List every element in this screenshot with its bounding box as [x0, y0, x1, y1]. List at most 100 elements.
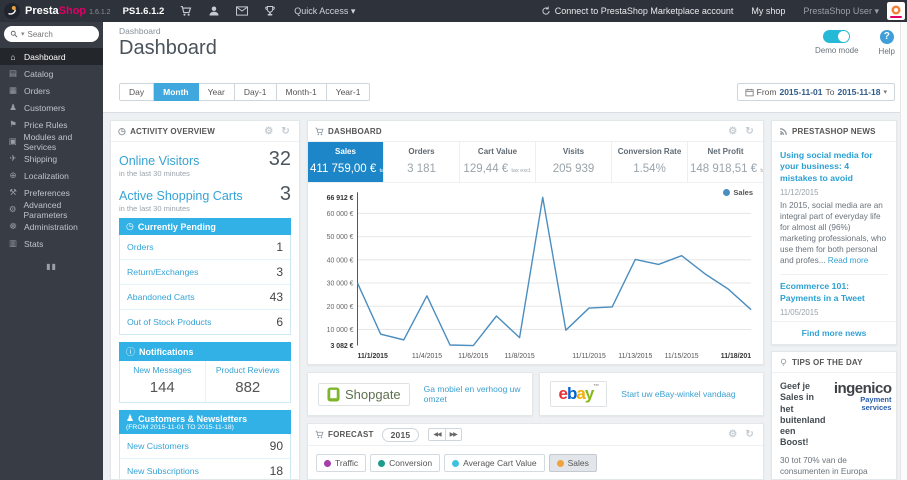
range-year-button[interactable]: Year — [198, 83, 235, 101]
refresh-icon[interactable]: ↻ — [279, 126, 292, 137]
toggle-sales[interactable]: Sales — [548, 454, 597, 472]
brand-name: Presta Shop 1.6.1.2 — [25, 5, 111, 17]
tips-body-text: 30 tot 70% van de consumenten in Europa … — [780, 454, 875, 480]
sidebar-item-modules[interactable]: ▣ Modules and Services — [0, 132, 103, 152]
news-article-title[interactable]: Using social media for your business: 4 … — [780, 150, 888, 184]
forecast-year-badge: 2015 — [381, 427, 420, 442]
news-article-title[interactable]: Ecommerce 101: Payments in a Tweet — [780, 281, 888, 304]
sidebar-item-catalog[interactable]: ▤ Catalog — [0, 65, 103, 82]
next-year-button[interactable]: ▶▶ — [444, 428, 462, 441]
kpi-conversion-rate[interactable]: Conversion Rate 1.54% — [612, 142, 688, 182]
ps-version: PS1.6.1.2 — [122, 5, 165, 17]
pending-out-of-stock-link[interactable]: Out of Stock Products — [127, 317, 212, 327]
sidebar-item-customers[interactable]: ♟ Customers — [0, 99, 103, 116]
news-panel-title: PRESTASHOP NEWS — [792, 126, 876, 136]
date-range-picker-button[interactable]: From 2015-11-01 To 2015-11-18 ▾ — [736, 83, 895, 101]
shopgate-banner[interactable]: Shopgate Ga mobiel en verhoog uw omzet — [307, 372, 533, 416]
kpi-visits[interactable]: Visits 205 939 — [536, 142, 612, 182]
svg-text:11/15/2015: 11/15/2015 — [665, 353, 699, 360]
pending-abandoned-carts-link[interactable]: Abandoned Carts — [127, 292, 195, 302]
sidebar-item-administration[interactable]: ☸ Administration — [0, 218, 103, 235]
toggle-conversion[interactable]: Conversion — [370, 454, 441, 472]
read-more-link[interactable]: Read more — [828, 256, 869, 265]
quick-access-menu[interactable]: Quick Access ▾ — [294, 6, 355, 17]
ebay-logo: ebay™ — [549, 381, 608, 407]
connect-icon — [541, 6, 551, 16]
scrollbar[interactable] — [900, 22, 907, 480]
range-day-button[interactable]: Day — [119, 83, 155, 101]
sidebar-collapse-button[interactable]: ▮▮ — [0, 262, 103, 271]
cart-icon[interactable] — [180, 5, 192, 17]
refresh-icon[interactable]: ↻ — [743, 429, 756, 440]
sidebar-item-advanced-parameters[interactable]: ⚙ Advanced Parameters — [0, 200, 103, 220]
kpi-cart-value[interactable]: Cart Value 129,44 € tax excl. — [460, 142, 536, 182]
kpi-net-profit[interactable]: Net Profit 148 918,51 € tax excl. — [688, 142, 763, 182]
kpi-sales[interactable]: Sales 411 759,00 € tax excl. — [308, 142, 400, 182]
settings-icon[interactable]: ⚙ — [726, 429, 739, 440]
help-button[interactable]: ? — [879, 30, 894, 44]
sidebar-item-dashboard[interactable]: ⌂ Dashboard — [0, 48, 103, 65]
legend-sales[interactable]: Sales — [723, 188, 753, 197]
sidebar-item-orders[interactable]: ▦ Orders — [0, 82, 103, 99]
range-month-button[interactable]: Month — [154, 83, 199, 101]
range-day-1-button[interactable]: Day-1 — [234, 83, 277, 101]
sidebar-item-localization[interactable]: ⊕ Localization — [0, 167, 103, 184]
sidebar-item-stats[interactable]: ▥ Stats — [0, 235, 103, 252]
my-shop-link[interactable]: My shop — [751, 6, 785, 16]
new-subscriptions-link[interactable]: New Subscriptions — [127, 466, 199, 476]
chevron-down-icon: ▾ — [350, 5, 356, 16]
sidebar-item-shipping[interactable]: ✈ Shipping — [0, 150, 103, 167]
breadcrumb: Dashboard — [119, 26, 161, 36]
customer-icon[interactable] — [208, 5, 220, 17]
tips-panel-title: TIPS OF THE DAY — [792, 357, 863, 367]
find-more-news-link[interactable]: Find more news — [772, 321, 896, 344]
customers-newsletters-header: ♟ Customers & Newsletters (FROM 2015-11-… — [119, 410, 291, 434]
online-visitors-link[interactable]: Online Visitors — [119, 154, 199, 168]
refresh-icon[interactable]: ↻ — [743, 126, 756, 137]
sidebar-item-price-rules[interactable]: ⚑ Price Rules — [0, 116, 103, 133]
bar-chart-icon: ▥ — [8, 238, 18, 248]
toggle-average-cart-value[interactable]: Average Cart Value — [444, 454, 545, 472]
table-row: New Subscriptions 18 — [120, 459, 290, 479]
pending-orders-link[interactable]: Orders — [127, 242, 154, 252]
search-scope-caret-icon[interactable]: ▾ — [21, 30, 25, 38]
demo-mode-toggle[interactable] — [823, 30, 851, 43]
avatar[interactable] — [887, 2, 905, 20]
active-carts-sub: in the last 30 minutes — [119, 204, 190, 213]
shopgate-link[interactable]: Ga mobiel en verhoog uw omzet — [424, 384, 522, 404]
wrench-icon: ⚒ — [9, 187, 17, 197]
help-label: Help — [878, 47, 895, 56]
credit-card-icon: ▦ — [8, 85, 18, 95]
kpi-orders[interactable]: Orders 3 181 — [384, 142, 460, 182]
search-box[interactable]: ▾ — [4, 26, 99, 42]
settings-icon[interactable]: ⚙ — [726, 126, 739, 137]
prev-year-button[interactable]: ◀◀ — [428, 428, 445, 441]
pending-returns-link[interactable]: Return/Exchanges — [127, 267, 198, 277]
toggle-traffic[interactable]: Traffic — [316, 454, 367, 472]
kpi-row: Sales 411 759,00 € tax excl. Orders 3 18… — [308, 142, 763, 183]
new-customers-link[interactable]: New Customers — [127, 441, 189, 451]
info-icon: ⓘ — [126, 347, 136, 357]
product-reviews-cell[interactable]: Product Reviews 882 — [204, 361, 291, 402]
dashboard-panel: DASHBOARD ⚙ ↻ Sales 411 759,00 € tax exc… — [307, 120, 764, 365]
sidebar-item-preferences[interactable]: ⚒ Preferences — [0, 184, 103, 201]
ebay-link[interactable]: Start uw eBay-winkel vandaag — [621, 389, 735, 399]
range-month-1-button[interactable]: Month-1 — [276, 83, 327, 101]
mail-icon[interactable] — [236, 5, 249, 17]
svg-text:11/6/2015: 11/6/2015 — [458, 353, 488, 360]
search-input[interactable] — [27, 29, 93, 39]
forecast-panel-title: FORECAST — [328, 430, 374, 439]
range-year-1-button[interactable]: Year-1 — [326, 83, 371, 101]
ebay-banner[interactable]: ebay™ Start uw eBay-winkel vandaag — [538, 372, 764, 416]
admin-gear-icon: ☸ — [9, 221, 17, 231]
trophy-icon[interactable] — [264, 5, 276, 17]
ingenico-logo: ingenico Payment services — [833, 380, 892, 413]
new-messages-cell[interactable]: New Messages 144 — [120, 361, 205, 402]
settings-icon[interactable]: ⚙ — [262, 126, 275, 137]
marketplace-link[interactable]: Connect to PrestaShop Marketplace accoun… — [541, 6, 733, 16]
svg-text:3 082 €: 3 082 € — [330, 343, 353, 350]
table-row: Out of Stock Products 6 — [127, 315, 283, 329]
active-carts-link[interactable]: Active Shopping Carts — [119, 189, 243, 203]
sales-chart: 3 082 € 10 000 € 20 000 € 30 000 € 40 000 € 5… — [327, 192, 752, 360]
user-menu[interactable]: PrestaShop User ▾ — [803, 6, 879, 17]
